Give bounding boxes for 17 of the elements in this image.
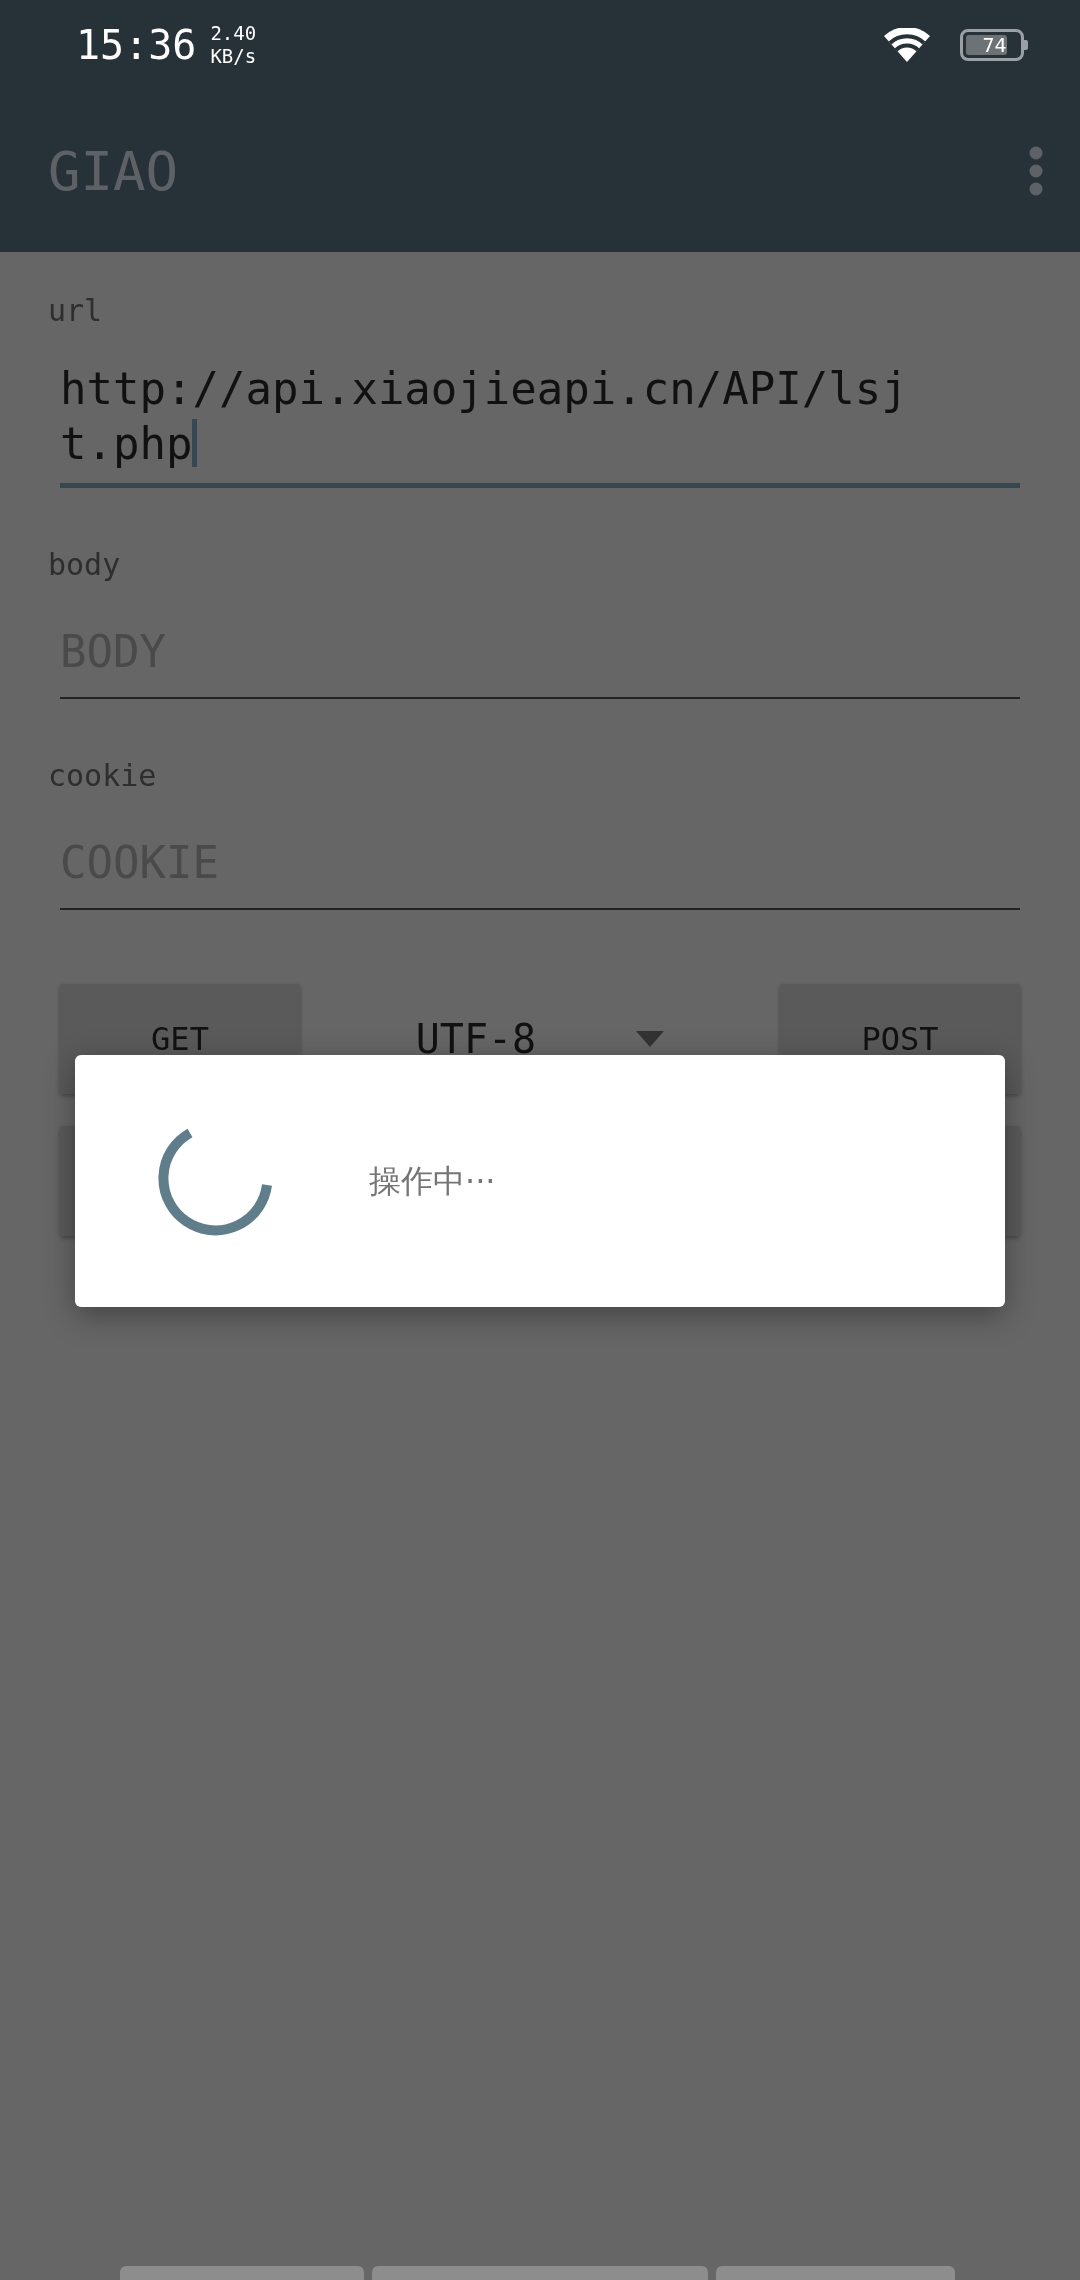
field-label: url [48, 292, 104, 330]
button[interactable] [371, 2266, 709, 2280]
field-label: cookie [48, 757, 158, 795]
button[interactable] [120, 2266, 364, 2280]
field-label: body [48, 546, 122, 584]
button[interactable] [716, 2266, 955, 2280]
battery-level: 74 [966, 35, 1007, 55]
more-icon[interactable] [1028, 145, 1044, 197]
encoding-dropdown[interactable]: UTF-8 [395, 984, 685, 1094]
network-speed: 2.40 [210, 22, 257, 45]
speed-unit: KB/s [210, 45, 257, 68]
input-field[interactable]: http://api.xiaojieapi.cn/API/lsjt.php [60, 347, 1020, 488]
status-time: 15:36 [76, 21, 197, 70]
dialog-message: 操作中··· [369, 1161, 496, 1202]
wifi-icon [884, 28, 930, 62]
caret-icon [636, 1031, 665, 1047]
app-title: GIAO [48, 138, 179, 205]
